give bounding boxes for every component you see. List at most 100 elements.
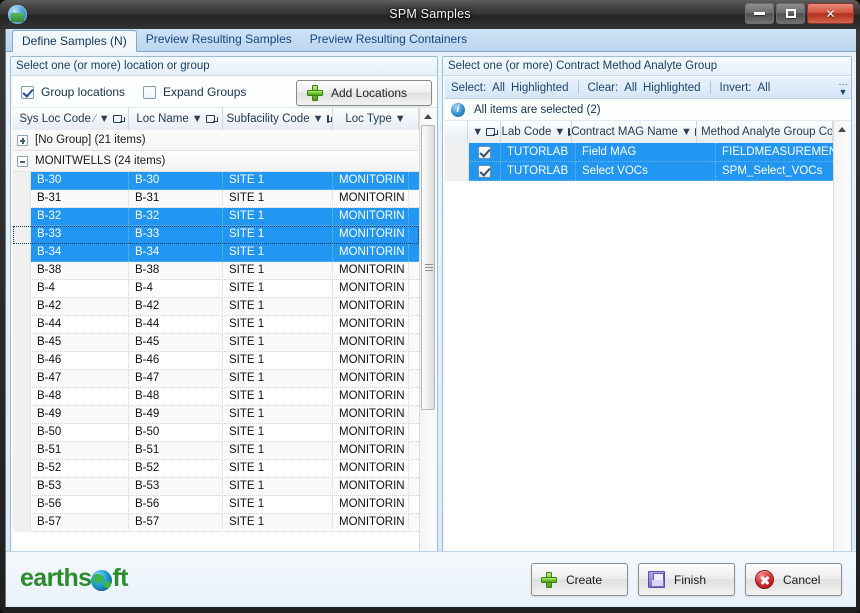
- table-row[interactable]: B-32B-32SITE 1MONITORIN: [13, 208, 419, 226]
- close-button[interactable]: ✕: [807, 3, 854, 24]
- cell-subfacility-code: SITE 1: [223, 442, 333, 460]
- cancel-button-label: Cancel: [783, 573, 820, 587]
- table-row[interactable]: B-30B-30SITE 1MONITORIN: [13, 172, 419, 190]
- group-row-no-group[interactable]: [No Group] (21 items): [13, 130, 419, 151]
- table-row[interactable]: B-53B-53SITE 1MONITORIN: [13, 478, 419, 496]
- add-locations-button[interactable]: Add Locations: [296, 80, 432, 106]
- cell-loc-type: MONITORIN: [333, 208, 409, 226]
- expander-minus-icon[interactable]: [17, 156, 28, 167]
- tab-preview-resulting-samples[interactable]: Preview Resulting Samples: [137, 29, 301, 51]
- invert-label: Invert:: [720, 82, 752, 94]
- analyte-grid-body[interactable]: TUTORLABField MAGFIELDMEASUREMENTSTUTORL…: [445, 143, 833, 564]
- column-header-lab-code[interactable]: Lab Code ▼: [501, 121, 572, 143]
- table-row[interactable]: B-33B-33SITE 1MONITORIN: [13, 226, 419, 244]
- row-checkbox[interactable]: [469, 143, 501, 162]
- clear-highlighted-link[interactable]: Highlighted: [643, 82, 701, 94]
- table-row[interactable]: TUTORLABField MAGFIELDMEASUREMENTS: [445, 143, 833, 162]
- cancel-button[interactable]: Cancel: [745, 563, 842, 596]
- filter-icon[interactable]: ▼: [472, 127, 483, 138]
- expander-plus-icon[interactable]: [17, 135, 28, 146]
- column-header-checkbox[interactable]: ▼: [468, 121, 501, 143]
- pin-icon[interactable]: [568, 128, 570, 136]
- filter-icon[interactable]: ▼: [99, 114, 110, 125]
- expand-groups-label: Expand Groups: [163, 85, 246, 99]
- group-label: MONITWELLS (24 items): [35, 155, 165, 167]
- group-row-monitwells[interactable]: MONITWELLS (24 items): [13, 151, 419, 172]
- table-row[interactable]: B-38B-38SITE 1MONITORIN: [13, 262, 419, 280]
- filter-icon[interactable]: ▼: [313, 114, 324, 125]
- column-label: Loc Type: [345, 109, 391, 130]
- footer-buttons: Create Finish Cancel: [531, 563, 842, 596]
- clear-all-link[interactable]: All: [624, 82, 637, 94]
- checkbox-icon-checked: [21, 86, 34, 99]
- selection-info-bar: i All items are selected (2): [445, 99, 851, 121]
- checkbox-icon-unchecked: [143, 86, 156, 99]
- table-row[interactable]: B-47B-47SITE 1MONITORIN: [13, 370, 419, 388]
- table-row[interactable]: B-46B-46SITE 1MONITORIN: [13, 352, 419, 370]
- table-row[interactable]: B-57B-57SITE 1MONITORIN: [13, 514, 419, 532]
- pin-icon[interactable]: [206, 115, 215, 123]
- row-indent: [13, 388, 31, 406]
- tab-define-samples[interactable]: Define Samples (N): [12, 30, 137, 52]
- pin-icon[interactable]: [327, 115, 329, 123]
- finish-button[interactable]: Finish: [638, 563, 735, 596]
- select-highlighted-link[interactable]: Highlighted: [511, 82, 569, 94]
- finish-button-label: Finish: [674, 573, 706, 587]
- table-row[interactable]: B-49B-49SITE 1MONITORIN: [13, 406, 419, 424]
- table-row[interactable]: B-45B-45SITE 1MONITORIN: [13, 334, 419, 352]
- footer-bar: earthsft Create Finish Cancel: [6, 551, 856, 606]
- filter-icon[interactable]: ▼: [554, 127, 565, 138]
- table-row[interactable]: B-4B-4SITE 1MONITORIN: [13, 280, 419, 298]
- table-row[interactable]: TUTORLABSelect VOCsSPM_Select_VOCs: [445, 162, 833, 181]
- select-all-link[interactable]: All: [492, 82, 505, 94]
- analyte-vertical-scrollbar[interactable]: [833, 121, 849, 564]
- chevron-down-icon: ▼: [839, 89, 848, 95]
- table-row[interactable]: B-48B-48SITE 1MONITORIN: [13, 388, 419, 406]
- spm-samples-window: SPM Samples ✕ Define Samples (N) Preview…: [0, 0, 860, 613]
- column-header-sys-loc-code[interactable]: Sys Loc Code ∕ ▼: [13, 108, 129, 130]
- table-row[interactable]: B-52B-52SITE 1MONITORIN: [13, 460, 419, 478]
- column-header-contract-mag-name[interactable]: Contract MAG Name ▼: [572, 121, 697, 143]
- cell-subfacility-code: SITE 1: [223, 226, 333, 244]
- cell-loc-type: MONITORIN: [333, 442, 409, 460]
- cell-subfacility-code: SITE 1: [223, 388, 333, 406]
- table-row[interactable]: B-56B-56SITE 1MONITORIN: [13, 496, 419, 514]
- cell-loc-type: MONITORIN: [333, 460, 409, 478]
- filter-icon[interactable]: ▼: [192, 114, 203, 125]
- column-header-loc-type[interactable]: Loc Type ▼: [333, 108, 419, 130]
- cell-method-analyte-group-code: FIELDMEASUREMENTS: [716, 143, 833, 162]
- table-row[interactable]: B-34B-34SITE 1MONITORIN: [13, 244, 419, 262]
- expand-groups-checkbox[interactable]: Expand Groups: [143, 85, 246, 99]
- group-locations-label: Group locations: [41, 85, 125, 99]
- cell-sys-loc-code: B-32: [31, 208, 129, 226]
- row-checkbox[interactable]: [469, 162, 501, 181]
- info-icon: i: [451, 103, 465, 117]
- group-locations-checkbox[interactable]: Group locations: [21, 85, 125, 99]
- locations-grid-body[interactable]: [No Group] (21 items) MONITWELLS (24 ite…: [13, 130, 419, 564]
- create-button[interactable]: Create: [531, 563, 628, 596]
- row-indent: [13, 316, 31, 334]
- locations-vertical-scrollbar[interactable]: [419, 108, 435, 564]
- table-row[interactable]: B-50B-50SITE 1MONITORIN: [13, 424, 419, 442]
- table-row[interactable]: B-42B-42SITE 1MONITORIN: [13, 298, 419, 316]
- table-row[interactable]: B-31B-31SITE 1MONITORIN: [13, 190, 419, 208]
- scrollbar-thumb[interactable]: [421, 125, 435, 410]
- pin-icon[interactable]: [113, 115, 122, 123]
- column-header-loc-name[interactable]: Loc Name ▼: [129, 108, 223, 130]
- maximize-button[interactable]: [776, 3, 805, 24]
- filter-icon[interactable]: ▼: [395, 114, 406, 125]
- toolbar-overflow-button[interactable]: ⋯ ▼: [837, 78, 849, 98]
- cell-subfacility-code: SITE 1: [223, 208, 333, 226]
- column-header-method-analyte-group-code[interactable]: Method Analyte Group Co: [697, 121, 833, 143]
- filter-icon[interactable]: ▼: [681, 127, 692, 138]
- scroll-up-arrow[interactable]: [834, 121, 850, 137]
- pin-icon[interactable]: [486, 128, 495, 136]
- column-header-subfacility-code[interactable]: Subfacility Code ▼: [223, 108, 333, 130]
- invert-all-link[interactable]: All: [757, 82, 770, 94]
- table-row[interactable]: B-51B-51SITE 1MONITORIN: [13, 442, 419, 460]
- tab-preview-resulting-containers[interactable]: Preview Resulting Containers: [301, 29, 476, 51]
- table-row[interactable]: B-44B-44SITE 1MONITORIN: [13, 316, 419, 334]
- cell-loc-type: MONITORIN: [333, 514, 409, 532]
- minimize-button[interactable]: [745, 3, 774, 24]
- scroll-up-arrow[interactable]: [420, 108, 436, 124]
